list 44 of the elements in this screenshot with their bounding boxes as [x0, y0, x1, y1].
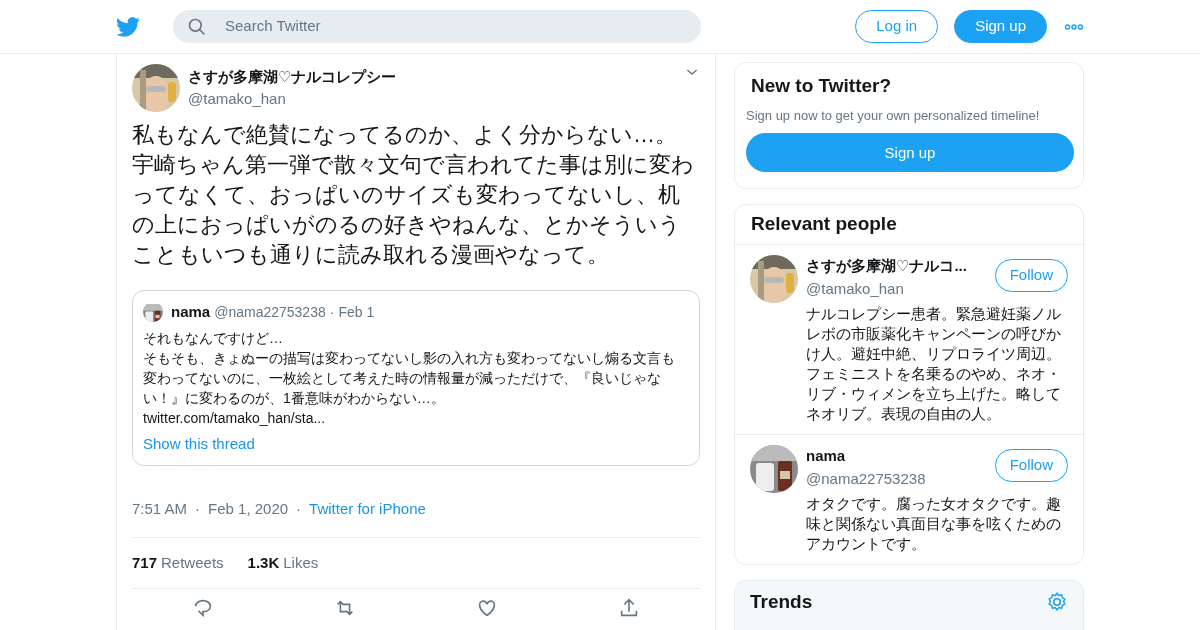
person-bio: ナルコレプシー患者。緊急避妊薬ノルレボの市販薬化キャンペーンの呼びかけ人。避妊中絶、リプロライツ周辺。フェミニストを名乗るのやめ、ネオ・リブ・ウィメンを立ち上げた。略してネオリブ。表現の自由の人。 [806, 304, 1062, 425]
quote-date: Feb 1 [338, 302, 375, 322]
author-handle: @tamako_han [188, 89, 287, 109]
quote-author-handle: @nama22753238 [214, 302, 326, 322]
quote-author-name: nama [171, 302, 211, 322]
heart-icon[interactable] [476, 597, 498, 619]
separator-dot: · [296, 499, 302, 519]
reply-icon[interactable] [192, 597, 214, 619]
show-thread-link[interactable]: Show this thread [143, 432, 689, 455]
search-input[interactable]: Search Twitter [223, 14, 687, 39]
person-handle: @nama22753238 [806, 468, 926, 489]
retweet-icon[interactable] [334, 597, 356, 619]
person-handle: @tamako_han [806, 278, 905, 299]
card-title: Relevant people [750, 212, 898, 237]
source-link[interactable]: Twitter for iPhone [309, 498, 426, 521]
search-field[interactable]: Search Twitter [173, 10, 701, 43]
login-button[interactable]: Log in [855, 10, 939, 43]
stat-count: 1.3K [247, 552, 280, 573]
person-name: さすが多摩湖♡ナルコ... [806, 256, 967, 277]
signup-prompt: Sign up now to get your own personalized timeline! [746, 106, 1041, 125]
search-icon[interactable] [187, 16, 207, 37]
follow-button[interactable]: Follow [994, 449, 1068, 482]
stat-count: 717 [132, 552, 158, 573]
tweet-date: Feb 1, 2020 [208, 499, 289, 519]
signup-button[interactable]: Sign up [954, 10, 1047, 43]
stat-label: Likes [283, 552, 319, 573]
quote-card[interactable]: nama @nama22753238 · Feb 1 それもなんですけど… そもそも、きょぬーの描写は変わってないし影の入れ方も変わってないし煽る文言も変わってないのに、一枚絵として考えた時の情報量が減っただけで、『良いじゃない！』に変わるのが、1番意味がわからない…。 twitter.com/tamako_han/sta... Show this thread [132, 290, 700, 466]
card-title: Trends [750, 591, 813, 614]
person-name: nama [806, 446, 847, 467]
quote-text: そもそも、きょぬーの描写は変わってないし影の入れ方も変わってないし煽る文言も変わってないのに、一枚絵として考えた時の情報量が減っただけで、『良いじゃない！』に変わるのが、1番意味がわからない…。 [143, 348, 676, 408]
tweet-text: 宇崎ちゃん第一弾で散々文句で言われてた事は別に変わってなくて、おっぱいのサイズも変わってないし、机の上におっぱいがのるの好きやねんな、とかそういうこともいつも通りに読み取れる漫画やなって。 [132, 151, 695, 269]
tweet-time: 7:51 AM [132, 499, 188, 519]
author-name: さすが多摩湖♡ナルコレプシー [188, 66, 398, 87]
quote-link[interactable]: twitter.com/tamako_han/sta... [143, 407, 689, 429]
separator-dot: · [329, 302, 335, 322]
signup-button[interactable]: Sign up [746, 133, 1074, 173]
quote-text: それもなんですけど… [143, 328, 284, 348]
card-title: New to Twitter? [751, 75, 893, 98]
person-bio: オタクです。腐った女オタクです。趣味と関係ない真面目な事を呟くためのアカウントです。 [806, 494, 1062, 555]
follow-button[interactable]: Follow [994, 259, 1068, 292]
share-icon[interactable] [618, 597, 640, 619]
separator-dot: · [195, 499, 201, 519]
tweet-text: 私もなんで絶賛になってるのか、よく分からない…。 [132, 121, 678, 149]
stat-label: Retweets [161, 552, 224, 573]
